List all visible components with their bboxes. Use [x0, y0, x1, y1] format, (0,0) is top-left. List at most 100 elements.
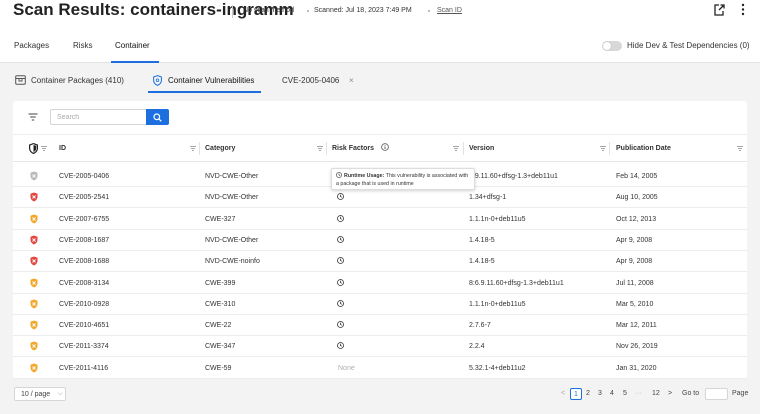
table-row[interactable]: CVE-2010-0928 CWE-310 1.1.1n-0+deb11u5 Mar …: [13, 294, 747, 315]
column-header-risk-factors[interactable]: Risk Factors: [332, 145, 374, 152]
table-row[interactable]: CVE-2008-3134 CWE-399 8:6.9.11.60+dfsg-1.3…: [13, 273, 747, 294]
severity-medium-icon: [30, 278, 38, 287]
runtime-clock-icon[interactable]: [337, 299, 344, 307]
severity-shield-icon[interactable]: [29, 143, 38, 154]
scanned-timestamp: Scanned: Jul 18, 2023 7:49 PM: [314, 7, 412, 14]
table-header-border: [13, 161, 747, 162]
export-icon[interactable]: [713, 4, 725, 16]
page-size-select[interactable]: 10 / page ⌵: [14, 387, 66, 401]
search-button[interactable]: [146, 109, 169, 125]
table-row[interactable]: CVE-2011-4116 CWE-59 None 5.32.1-4+deb11u2 J…: [13, 358, 747, 379]
package-version: 5.32.1-4+deb11u2: [469, 364, 526, 372]
clock-icon: [336, 172, 342, 178]
goto-page-input[interactable]: [705, 388, 728, 400]
page-4-button[interactable]: 4: [610, 390, 614, 397]
runtime-clock-icon[interactable]: [337, 278, 344, 286]
publication-date: Jul 11, 2008: [616, 279, 654, 287]
subtab-container-packages[interactable]: Container Packages (410): [31, 76, 124, 85]
header-divider: [232, 5, 233, 18]
page-3-button[interactable]: 3: [598, 390, 602, 397]
column-header-publication-date[interactable]: Publication Date: [616, 145, 671, 152]
column-header-category[interactable]: Category: [205, 145, 235, 152]
toggle-label: Hide Dev & Test Dependencies (0): [627, 41, 750, 50]
column-separator: [326, 142, 327, 155]
info-icon[interactable]: [381, 143, 389, 151]
cve-id[interactable]: CVE-2010-4651: [59, 322, 109, 329]
active-tab-indicator: [111, 61, 159, 63]
column-header-version[interactable]: Version: [469, 145, 494, 152]
tab-risks[interactable]: Risks: [73, 41, 93, 50]
cve-id[interactable]: CVE-2008-3134: [59, 280, 109, 287]
table-row[interactable]: CVE-2008-1688 NVD-CWE-noinfo 1.4.18-5 Apr 9…: [13, 251, 747, 273]
table-row[interactable]: CVE-2010-4651 CWE-22 2.7.6-7 Mar 12, 2011: [13, 315, 747, 337]
runtime-usage-tooltip: Runtime Usage: This vulnerability is ass…: [331, 168, 475, 190]
cve-id[interactable]: CVE-2010-0928: [59, 301, 109, 308]
cve-id[interactable]: CVE-2011-3374: [59, 343, 109, 350]
more-pages-ellipsis[interactable]: ···: [635, 390, 642, 397]
table-row[interactable]: CVE-2007-6755 CWE-327 1.1.1n-0+deb11u5 Oct …: [13, 209, 747, 230]
search-input[interactable]: [50, 109, 147, 125]
toggle-knob: [603, 42, 611, 50]
cve-id[interactable]: CVE-2005-2541: [59, 194, 109, 201]
column-filter-icon[interactable]: [453, 146, 459, 151]
cve-category: CWE-22: [205, 322, 232, 330]
runtime-clock-icon[interactable]: [337, 342, 344, 350]
package-version: 1.1.1n-0+deb11u5: [469, 215, 526, 223]
cve-id[interactable]: CVE-2011-4116: [59, 365, 108, 372]
separator-dot: [307, 10, 309, 12]
runtime-clock-icon[interactable]: [337, 321, 344, 328]
cve-id[interactable]: CVE-2008-1687: [59, 237, 109, 244]
column-filter-icon[interactable]: [317, 146, 323, 151]
page-2-button[interactable]: 2: [586, 390, 590, 397]
chevron-down-icon: ⌵: [58, 391, 63, 397]
column-header-id[interactable]: ID: [59, 145, 66, 152]
page-12-button[interactable]: 12: [652, 390, 660, 397]
package-version: 2.7.6-7: [469, 322, 491, 330]
page-5-button[interactable]: 5: [623, 390, 627, 397]
close-icon[interactable]: ×: [349, 76, 354, 85]
more-options-icon[interactable]: [738, 3, 748, 16]
runtime-clock-icon[interactable]: [337, 257, 344, 265]
publication-date: Mar 5, 2010: [616, 300, 654, 308]
column-separator: [463, 142, 464, 155]
severity-medium-icon: [30, 299, 38, 309]
runtime-clock-icon[interactable]: [337, 193, 344, 201]
column-filter-icon[interactable]: [600, 146, 606, 151]
severity-medium-icon: [30, 341, 38, 351]
cve-id[interactable]: CVE-2007-6755: [59, 216, 109, 223]
table-header-top-border: [13, 134, 747, 135]
prev-page-button[interactable]: <: [561, 390, 565, 397]
page-1-button[interactable]: 1: [570, 388, 582, 400]
cve-id[interactable]: CVE-2005-0406: [59, 173, 109, 180]
publication-date: Feb 14, 2005: [616, 173, 658, 180]
tab-packages[interactable]: Packages: [14, 41, 49, 50]
publication-date: Mar 12, 2011: [616, 322, 657, 330]
runtime-clock-icon[interactable]: [337, 214, 344, 222]
package-version: 1.4.18-5: [469, 236, 495, 244]
severity-high-icon: [30, 235, 38, 245]
next-page-button[interactable]: >: [668, 390, 672, 397]
package-version: 2.2.4: [469, 343, 485, 351]
subtab-cve[interactable]: CVE-2005-0406: [282, 76, 339, 85]
cve-category: CWE-347: [205, 343, 236, 351]
column-filter-icon[interactable]: [190, 146, 196, 151]
runtime-clock-icon[interactable]: [337, 235, 344, 243]
severity-medium-icon: [30, 214, 38, 224]
goto-label: Go to: [682, 390, 700, 397]
table-row[interactable]: CVE-2005-2541 NVD-CWE-Other 1.34+dfsg-1 Aug…: [13, 187, 747, 209]
filter-icon[interactable]: [28, 113, 38, 121]
tab-container[interactable]: Container: [115, 41, 150, 50]
column-filter-icon[interactable]: [737, 146, 743, 151]
cve-id[interactable]: CVE-2008-1688: [59, 258, 109, 265]
cve-category: CWE-310: [205, 300, 236, 308]
subtab-container-vulnerabilities[interactable]: Container Vulnerabilities: [168, 76, 254, 85]
package-version: 1.1.1n-0+deb11u5: [469, 300, 526, 308]
table-row[interactable]: CVE-2008-1687 NVD-CWE-Other 1.4.18-5 Apr 9,…: [13, 230, 747, 251]
cve-category: CWE-59: [205, 364, 232, 372]
severity-high-icon: [30, 192, 38, 202]
separator-dot: [428, 10, 430, 12]
package-version: 8.9.11.60+dfsg-1.3+deb11u1: [469, 173, 558, 180]
table-row[interactable]: CVE-2011-3374 CWE-347 2.2.4 Nov 26, 2019: [13, 336, 747, 358]
column-filter-icon[interactable]: [41, 146, 47, 151]
scan-id-link[interactable]: Scan ID: [437, 7, 462, 14]
